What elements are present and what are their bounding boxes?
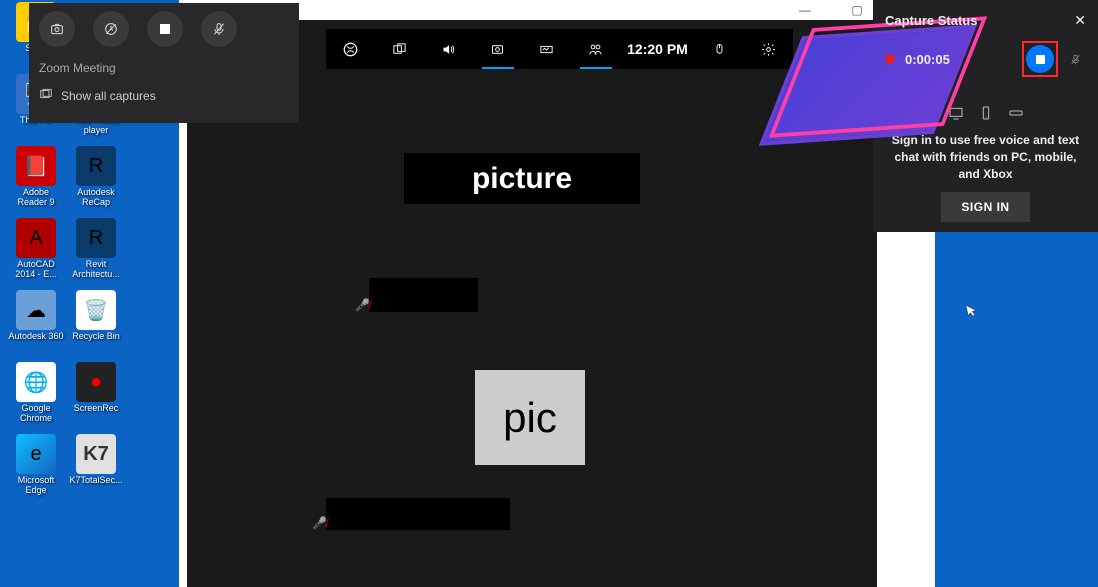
revit-icon: R	[76, 218, 116, 258]
screenshot-button[interactable]	[39, 11, 75, 47]
desktop-icon-label: Adobe Reader 9	[7, 188, 65, 208]
participant-avatar: pic	[475, 370, 585, 465]
show-all-captures-label: Show all captures	[61, 89, 156, 103]
show-all-captures-link[interactable]: Show all captures	[39, 87, 289, 104]
xbox-console-icon	[1008, 105, 1024, 126]
mouse-cursor-icon	[963, 301, 983, 325]
xbox-gamebar-toolbar: 12:20 PM	[326, 29, 793, 69]
desktop-icon-edge[interactable]: e Microsoft Edge	[6, 434, 66, 504]
desktop-icon-autodesk-360[interactable]: ☁ Autodesk 360	[6, 290, 66, 360]
muted-mic-icon: 🎤̸	[312, 516, 327, 530]
xbox-social-panel: Capture Status ✕ 0:00:05 Sign in to use …	[873, 0, 1098, 232]
participant-tile-a: 🎤̸	[369, 278, 478, 312]
adobe-reader-icon: 📕	[16, 146, 56, 186]
record-last-button[interactable]	[93, 11, 129, 47]
desktop-icon-label: Revit Architectu...	[67, 260, 125, 280]
desktop-icon-revit[interactable]: R Revit Architectu...	[66, 218, 126, 288]
recycle-bin-icon: 🗑️	[76, 290, 116, 330]
edge-icon: e	[16, 434, 56, 474]
stop-recording-button[interactable]	[1026, 45, 1054, 73]
stop-recording-highlight	[1022, 41, 1058, 77]
desktop-icon-label: Autodesk 360	[8, 332, 63, 342]
recording-time: 0:00:05	[905, 52, 950, 67]
desktop-icon-label: K7TotalSec...	[69, 476, 122, 486]
clock-text: 12:20 PM	[627, 41, 688, 57]
capture-status-header: Capture Status ✕	[873, 0, 1098, 29]
mic-off-button[interactable]	[1064, 48, 1086, 70]
mic-toggle-button[interactable]	[201, 11, 237, 47]
desktop-icon-label: Microsoft Edge	[7, 476, 65, 496]
muted-mic-icon: 🎤̸	[355, 298, 370, 312]
signin-button[interactable]: SIGN IN	[941, 192, 1029, 222]
pic-text: pic	[503, 394, 557, 442]
overlay-icon[interactable]	[378, 29, 422, 69]
minimize-button[interactable]: —	[787, 1, 823, 19]
capture-app-title: Zoom Meeting	[39, 61, 289, 75]
screenrec-icon: ●	[76, 362, 116, 402]
recap-icon: R	[76, 146, 116, 186]
signin-prompt-text: Sign in to use free voice and text chat …	[873, 126, 1098, 182]
desktop-icon-adobe-reader[interactable]: 📕 Adobe Reader 9	[6, 146, 66, 216]
desktop-icon-label: Autodesk ReCap	[67, 188, 125, 208]
recording-status-row: 0:00:05	[873, 29, 1098, 89]
capture-icon[interactable]	[476, 29, 520, 69]
device-icons-row	[873, 105, 1098, 126]
desktop-icon-label: Google Chrome	[7, 404, 65, 424]
capture-controls	[39, 11, 289, 47]
performance-icon[interactable]	[525, 29, 569, 69]
autodesk-360-icon: ☁	[16, 290, 56, 330]
desktop-icon-recycle-bin[interactable]: 🗑️ Recycle Bin	[66, 290, 126, 360]
gamebar-clock: 12:20 PM	[623, 29, 693, 69]
desktop-icon-label: Recycle Bin	[72, 332, 120, 342]
gallery-icon	[39, 87, 53, 104]
desktop-icon-autodesk-recap[interactable]: R Autodesk ReCap	[66, 146, 126, 216]
recording-indicator-icon	[885, 54, 895, 64]
mouse-icon[interactable]	[698, 29, 742, 69]
settings-icon[interactable]	[747, 29, 791, 69]
video-banner: picture	[404, 153, 640, 204]
chrome-icon: 🌐	[16, 362, 56, 402]
xbox-social-icon[interactable]	[574, 29, 618, 69]
mobile-icon	[978, 105, 994, 126]
capture-status-title: Capture Status	[885, 13, 977, 28]
desktop-icon-screenrec[interactable]: ● ScreenRec	[66, 362, 126, 432]
stop-record-button[interactable]	[147, 11, 183, 47]
participant-tile-b: 🎤̸	[326, 498, 510, 530]
maximize-button[interactable]: ▢	[839, 1, 875, 19]
desktop-icon-label: AutoCAD 2014 - E...	[7, 260, 65, 280]
pc-icon	[948, 105, 964, 126]
desktop-icon-autocad[interactable]: A AutoCAD 2014 - E...	[6, 218, 66, 288]
desktop-icon-label: ScreenRec	[74, 404, 119, 414]
desktop-icon-chrome[interactable]: 🌐 Google Chrome	[6, 362, 66, 432]
k7-icon: K7	[76, 434, 116, 474]
close-icon[interactable]: ✕	[1074, 12, 1086, 29]
banner-text: picture	[472, 162, 572, 196]
xbox-icon[interactable]	[329, 29, 373, 69]
audio-icon[interactable]	[427, 29, 471, 69]
capture-widget: Zoom Meeting Show all captures	[29, 3, 299, 123]
desktop-icon-k7[interactable]: K7 K7TotalSec...	[66, 434, 126, 504]
autocad-icon: A	[16, 218, 56, 258]
